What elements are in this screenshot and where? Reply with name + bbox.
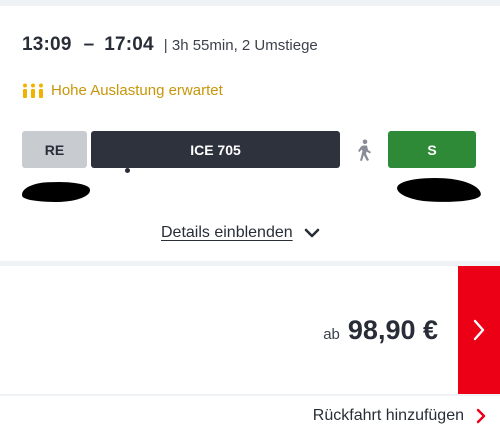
chevron-right-icon[interactable] — [472, 318, 486, 342]
departure-time: 13:09 — [22, 34, 72, 55]
connection-times: 13:09 – 17:04 | 3h 55min, 2 Umstiege — [22, 34, 318, 56]
return-trip-label[interactable]: Rückfahrt hinzufügen — [313, 407, 464, 425]
occupancy-text: Hohe Auslastung erwartet — [51, 82, 223, 99]
position-marker — [125, 168, 130, 173]
chevron-right-icon[interactable] — [476, 408, 486, 424]
add-return-trip[interactable]: Rückfahrt hinzufügen — [313, 407, 486, 425]
time-separator: – — [83, 34, 95, 55]
chevron-down-icon[interactable] — [304, 227, 320, 239]
price-row[interactable]: ab 98,90 € — [0, 266, 500, 394]
redacted-station-start — [21, 180, 91, 204]
return-trip-row[interactable]: Rückfahrt hinzufügen — [0, 396, 500, 438]
select-connection-button[interactable] — [458, 266, 500, 394]
walking-icon — [358, 139, 371, 161]
segment-label: RE — [44, 141, 65, 158]
occupancy-people-icon — [23, 83, 43, 98]
occupancy-info: Hohe Auslastung erwartet — [22, 82, 223, 99]
segment-s: S — [388, 131, 476, 168]
arrival-time: 17:04 — [104, 34, 154, 55]
segment-re: RE — [22, 131, 87, 168]
segment-label: ICE 705 — [190, 141, 241, 158]
connection-card[interactable]: 13:09 – 17:04 | 3h 55min, 2 Umstiege Hoh… — [0, 6, 500, 261]
price: ab 98,90 € — [323, 315, 438, 346]
price-prefix: ab — [323, 326, 340, 343]
duration-transfers: | 3h 55min, 2 Umstiege — [163, 37, 318, 54]
segment-label: S — [427, 141, 437, 158]
segment-ice: ICE 705 — [91, 131, 340, 168]
details-toggle[interactable]: Details einblenden — [161, 224, 320, 242]
redacted-station-end — [396, 175, 482, 205]
price-value: 98,90 € — [347, 315, 438, 345]
details-label[interactable]: Details einblenden — [161, 224, 293, 242]
